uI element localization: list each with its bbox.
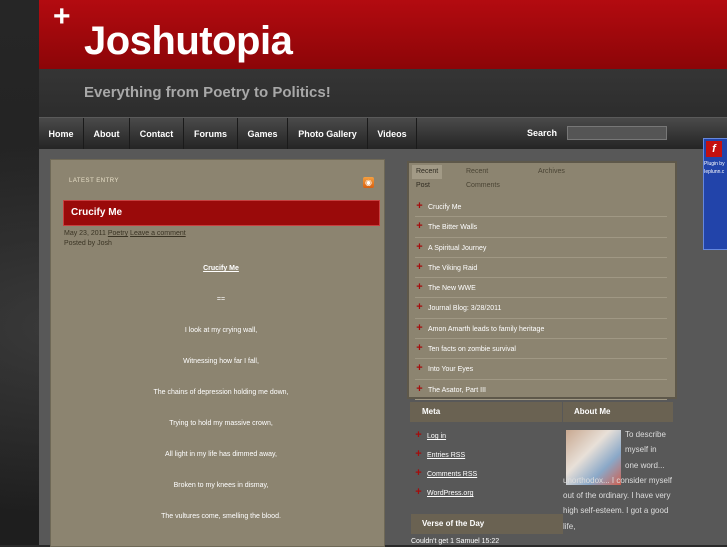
about-text: To describe myself in one word... unorth…	[563, 427, 676, 534]
votd-heading: Verse of the Day	[411, 514, 563, 534]
recent-post-link[interactable]: Crucify Me	[428, 204, 461, 211]
list-item[interactable]: + Log in	[414, 426, 477, 445]
poem-line: Trying to hold my massive crown,	[169, 420, 273, 427]
recent-post-link[interactable]: The New WWE	[428, 285, 476, 292]
plus-icon: +	[415, 429, 422, 441]
list-item[interactable]: + Into Your Eyes	[415, 359, 667, 380]
poem-line: Witnessing how far I fall,	[183, 358, 259, 365]
recent-post-link[interactable]: The Viking Raid	[428, 265, 477, 272]
plus-icon: +	[415, 486, 422, 498]
plus-icon: +	[53, 0, 71, 33]
tab-recent-comments[interactable]: Recent Comments	[462, 165, 504, 189]
meta-heading: Meta	[410, 402, 562, 422]
plus-icon: +	[416, 362, 423, 375]
recent-post-link[interactable]: Into Your Eyes	[428, 366, 473, 373]
nav-forums[interactable]: Forums	[184, 118, 238, 150]
poem-line: The vultures come, smelling the blood.	[161, 513, 281, 520]
search-label: Search	[527, 128, 558, 138]
nav-videos[interactable]: Videos	[368, 118, 417, 150]
plus-icon: +	[416, 301, 423, 314]
about-text-line: one word...	[625, 460, 665, 470]
list-item[interactable]: + A Spiritual Journey	[415, 238, 667, 258]
list-item[interactable]: + WordPress.org	[414, 483, 477, 502]
post-title[interactable]: Crucify Me	[71, 201, 122, 225]
plus-icon: +	[416, 220, 423, 233]
plus-icon: +	[416, 321, 423, 334]
about-text-rest: unorthodox... I consider myself out of t…	[563, 475, 672, 531]
list-item[interactable]: + The Bitter Walls	[415, 217, 667, 238]
flash-icon: f	[706, 141, 722, 157]
latest-entry-label: LATEST ENTRY	[69, 178, 120, 184]
recent-post-link[interactable]: A Spiritual Journey	[428, 245, 486, 252]
recent-post-list: + Crucify Me + The Bitter Walls + A Spiritu…	[415, 197, 667, 400]
leave-comment-link[interactable]: Leave a comment	[130, 230, 186, 237]
plus-icon: +	[416, 260, 423, 273]
post-author: Posted by Josh	[64, 240, 112, 247]
list-item[interactable]: + The Asator, Part III	[415, 380, 667, 400]
plus-icon: +	[416, 382, 423, 395]
site-tagline: Everything from Poetry to Politics!	[84, 84, 331, 101]
recent-post-link[interactable]: The Bitter Walls	[428, 224, 477, 231]
post-date: May 23, 2011	[64, 230, 106, 237]
log-in-link[interactable]: Log in	[427, 433, 446, 440]
about-heading: About Me	[563, 402, 673, 422]
plus-icon: +	[416, 240, 423, 253]
nav-home[interactable]: Home	[39, 118, 84, 150]
plus-icon: +	[415, 448, 422, 460]
poem-line: I look at my crying wall,	[184, 327, 258, 334]
search-input[interactable]	[567, 126, 667, 140]
post-title-bar: Crucify Me	[63, 200, 380, 226]
poem-title[interactable]: Crucify Me	[63, 262, 379, 293]
poem-line: All light in my life has dimmed away,	[165, 451, 277, 458]
list-item[interactable]: + Journal Blog: 3/28/2011	[415, 298, 667, 319]
list-item[interactable]: + Comments RSS	[414, 464, 477, 483]
post-category-link[interactable]: Poetry	[108, 230, 128, 237]
recent-post-link[interactable]: The Asator, Part III	[428, 387, 486, 394]
site-header: + Joshutopia	[39, 0, 727, 69]
recent-post-link[interactable]: Amon Amarth leads to family heritage	[428, 326, 544, 333]
recent-post-link[interactable]: Journal Blog: 3/28/2011	[428, 305, 501, 312]
recent-post-link[interactable]: Ten facts on zombie survival	[428, 346, 516, 353]
post-body: Crucify Me == I look at my crying wall, …	[63, 262, 379, 541]
plus-icon: +	[416, 342, 423, 355]
about-text-line: myself in	[625, 445, 657, 455]
list-item[interactable]: + The New WWE	[415, 278, 667, 299]
comments-rss-link[interactable]: Comments RSS	[427, 471, 477, 478]
poem-separator: ==	[216, 296, 226, 303]
nav-contact[interactable]: Contact	[130, 118, 184, 150]
poem-line: Broken to my knees in dismay,	[173, 482, 269, 489]
about-text-line: To describe	[625, 430, 666, 439]
nav-about[interactable]: About	[84, 118, 130, 150]
nav-photo-gallery[interactable]: Photo Gallery	[288, 118, 368, 150]
list-item[interactable]: + Ten facts on zombie survival	[415, 339, 667, 360]
plus-icon: +	[416, 281, 423, 294]
tab-recent-post[interactable]: Recent Post	[412, 165, 443, 189]
plus-icon: +	[416, 200, 423, 212]
tab-archives[interactable]: Archives	[534, 165, 569, 179]
main-nav: Home About Contact Forums Games Photo Ga…	[39, 117, 727, 150]
list-item[interactable]: + Entries RSS	[414, 445, 477, 464]
wordpress-link[interactable]: WordPress.org	[427, 490, 474, 497]
post-meta: May 23, 2011 Poetry Leave a comment Post…	[64, 229, 186, 249]
meta-links: + Log in + Entries RSS + Comments RSS + Word…	[414, 426, 477, 502]
rss-icon[interactable]: ◉	[363, 177, 374, 188]
nav-games[interactable]: Games	[238, 118, 288, 150]
entries-rss-link[interactable]: Entries RSS	[427, 452, 465, 459]
votd-text: Couldn't get 1 Samuel 15:22	[411, 538, 500, 545]
poem-line: The chains of depression holding me down…	[153, 389, 289, 396]
site-title[interactable]: Joshutopia	[84, 17, 293, 65]
plus-icon: +	[415, 467, 422, 479]
list-item[interactable]: + Crucify Me	[415, 197, 667, 218]
list-item[interactable]: + The Viking Raid	[415, 258, 667, 279]
plugin-text: Plugin by Ieplunn.c	[704, 161, 725, 175]
list-item[interactable]: + Amon Amarth leads to family heritage	[415, 319, 667, 340]
